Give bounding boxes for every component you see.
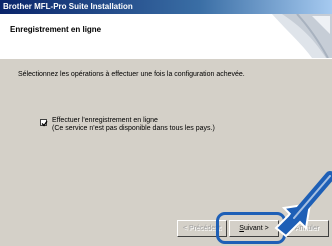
- online-registration-checkbox[interactable]: [40, 119, 48, 127]
- wizard-header: Enregistrement en ligne: [0, 14, 332, 59]
- instruction-text: Sélectionnez les opérations à effectuer …: [18, 71, 245, 78]
- header-graphic-icon: [272, 14, 332, 58]
- checkmark-icon: [41, 120, 48, 127]
- window-titlebar: Brother MFL-Pro Suite Installation: [0, 0, 332, 14]
- checkbox-label[interactable]: Effectuer l'enregistrement en ligne: [52, 117, 158, 124]
- window-title: Brother MFL-Pro Suite Installation: [3, 2, 133, 11]
- header-divider: [0, 58, 332, 59]
- page-title: Enregistrement en ligne: [10, 25, 102, 34]
- pointer-arrow-icon: [274, 171, 332, 238]
- checkbox-note: (Ce service n'est pas disponible dans to…: [52, 125, 215, 132]
